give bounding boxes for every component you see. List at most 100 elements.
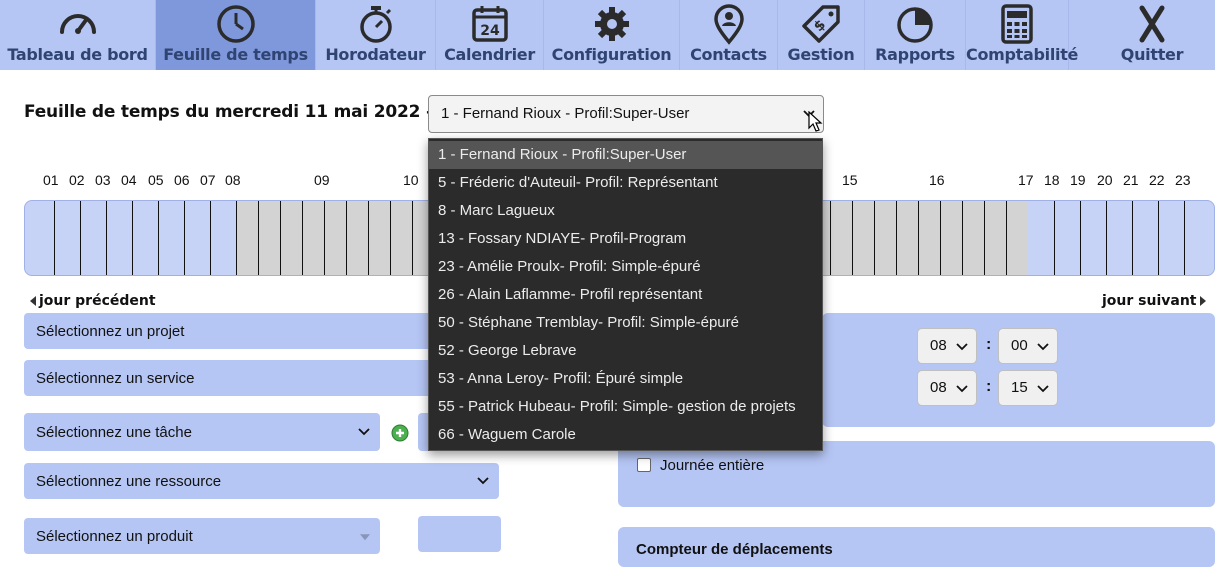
timeline-tick xyxy=(302,201,303,275)
timeline-tick xyxy=(158,201,159,275)
nav-item-quitter[interactable]: Quitter xyxy=(1069,0,1215,70)
user-dropdown-list: 1 - Fernand Rioux - Profil:Super-User 5 -… xyxy=(428,138,823,451)
dropdown-option[interactable]: 1 - Fernand Rioux - Profil:Super-User xyxy=(429,141,822,169)
end-minute-select[interactable]: 15 xyxy=(998,370,1058,406)
timeline-tick xyxy=(184,201,185,275)
time-separator: : xyxy=(986,336,992,353)
resource-select-label: Sélectionnez une ressource xyxy=(36,472,222,490)
nav-item-tableau-de-bord[interactable]: Tableau de bord xyxy=(0,0,156,70)
nav-label: Horodateur xyxy=(325,45,426,64)
previous-day-label: jour précédent xyxy=(39,293,156,309)
nav-label: Contacts xyxy=(690,45,767,64)
product-quantity-input[interactable] xyxy=(418,516,501,552)
dropdown-option[interactable]: 5 - Fréderic d'Auteuil- Profil: Représen… xyxy=(429,169,822,197)
end-minute-value: 15 xyxy=(1011,379,1028,396)
dropdown-option[interactable]: 55 - Patrick Hubeau- Profil: Simple- ges… xyxy=(429,393,822,421)
hour-label: 05 xyxy=(148,172,164,188)
project-select-label: Sélectionnez un projet xyxy=(36,322,185,340)
timeline-tick xyxy=(280,201,281,275)
chevron-down-icon xyxy=(358,428,370,436)
dropdown-option[interactable]: 23 - Amélie Proulx- Profil: Simple-épuré xyxy=(429,253,822,281)
nav-item-contacts[interactable]: Contacts xyxy=(680,0,778,70)
hour-label: 07 xyxy=(200,172,216,188)
dropdown-option[interactable]: 26 - Alain Laflamme- Profil représentant xyxy=(429,281,822,309)
hour-label: 10 xyxy=(403,172,419,188)
close-icon xyxy=(1130,2,1174,46)
nav-label: Tableau de bord xyxy=(7,45,148,64)
nav-item-comptabilite[interactable]: Comptabilité xyxy=(966,0,1079,70)
dropdown-option[interactable]: 50 - Stéphane Tremblay- Profil: Simple-é… xyxy=(429,309,822,337)
resource-select[interactable]: Sélectionnez une ressource xyxy=(24,463,499,499)
hour-label: 03 xyxy=(95,172,111,188)
next-day-link[interactable]: jour suivant xyxy=(1102,293,1206,309)
nav-label: Rapports xyxy=(875,45,955,64)
start-hour-select[interactable]: 08 xyxy=(917,328,977,364)
timeline-tick xyxy=(940,201,941,275)
calendar-day-number: 24 xyxy=(480,23,500,39)
nav-item-gestion[interactable]: $ Gestion xyxy=(778,0,865,70)
dropdown-option[interactable]: 66 - Waguem Carole xyxy=(429,421,822,449)
add-task-icon[interactable] xyxy=(391,424,409,442)
timeline-tick xyxy=(1080,201,1081,275)
page-title: Feuille de temps du mercredi 11 mai 2022… xyxy=(24,102,433,122)
previous-day-link[interactable]: jour précédent xyxy=(30,293,156,309)
hour-label: 19 xyxy=(1070,172,1086,188)
triangle-down-icon xyxy=(360,534,370,541)
timeline-tick xyxy=(962,201,963,275)
timeline-tick xyxy=(918,201,919,275)
hour-label: 08 xyxy=(225,172,241,188)
service-select-label: Sélectionnez un service xyxy=(36,369,195,387)
timeline-tick xyxy=(236,201,237,275)
hour-label: 22 xyxy=(1149,172,1165,188)
hour-label: 15 xyxy=(842,172,858,188)
project-select[interactable]: Sélectionnez un projet xyxy=(24,313,444,349)
arrow-right-icon xyxy=(1199,296,1206,306)
nav-item-calendrier[interactable]: 24 Calendrier xyxy=(436,0,544,70)
timeline-tick xyxy=(1184,201,1185,275)
timeline-tick xyxy=(258,201,259,275)
hour-label: 17 xyxy=(1018,172,1034,188)
dropdown-option[interactable]: 52 - George Lebrave xyxy=(429,337,822,365)
timeline-tick xyxy=(80,201,81,275)
dropdown-option[interactable]: 13 - Fossary NDIAYE- Profil-Program xyxy=(429,225,822,253)
timeline-tick xyxy=(1006,201,1007,275)
start-minute-value: 00 xyxy=(1011,337,1028,354)
product-select[interactable]: Sélectionnez un produit xyxy=(24,518,380,554)
chevron-down-icon xyxy=(956,343,968,351)
nav-item-configuration[interactable]: Configuration xyxy=(544,0,680,70)
nav-item-feuille-de-temps[interactable]: Feuille de temps xyxy=(156,0,316,70)
nav-label: Comptabilité xyxy=(966,45,1079,64)
task-select[interactable]: Sélectionnez une tâche xyxy=(24,413,380,451)
full-day-checkbox[interactable] xyxy=(637,458,651,472)
nav-item-horodateur[interactable]: Horodateur xyxy=(316,0,436,70)
chevron-down-icon xyxy=(956,385,968,393)
hour-label: 18 xyxy=(1044,172,1060,188)
timeline-tick xyxy=(210,201,211,275)
hour-label: 01 xyxy=(43,172,59,188)
timeline-tick xyxy=(1106,201,1107,275)
start-minute-select[interactable]: 00 xyxy=(998,328,1058,364)
calculator-icon xyxy=(995,2,1039,46)
nav-label: Configuration xyxy=(551,45,672,64)
timeline-tick xyxy=(412,201,413,275)
service-select[interactable]: Sélectionnez un service xyxy=(24,360,444,396)
chevron-down-icon xyxy=(1037,343,1049,351)
hour-label: 04 xyxy=(121,172,137,188)
timeline-tick xyxy=(368,201,369,275)
dropdown-option[interactable]: 8 - Marc Lagueux xyxy=(429,197,822,225)
timeline-tick xyxy=(830,201,831,275)
hour-label: 21 xyxy=(1123,172,1139,188)
task-select-label: Sélectionnez une tâche xyxy=(36,423,192,441)
dropdown-option[interactable]: 53 - Anna Leroy- Profil: Épuré simple xyxy=(429,365,822,393)
timeline-tick xyxy=(896,201,897,275)
end-hour-select[interactable]: 08 xyxy=(917,370,977,406)
nav-item-rapports[interactable]: Rapports xyxy=(865,0,966,70)
user-select[interactable]: 1 - Fernand Rioux - Profil:Super-User xyxy=(428,95,824,133)
nav-label: Quitter xyxy=(1120,45,1184,64)
pie-chart-icon xyxy=(893,2,937,46)
arrow-left-icon xyxy=(30,296,36,306)
next-day-label: jour suivant xyxy=(1102,293,1197,309)
hour-label: 20 xyxy=(1097,172,1113,188)
hour-label: 23 xyxy=(1175,172,1191,188)
price-tag-icon: $ xyxy=(799,2,843,46)
